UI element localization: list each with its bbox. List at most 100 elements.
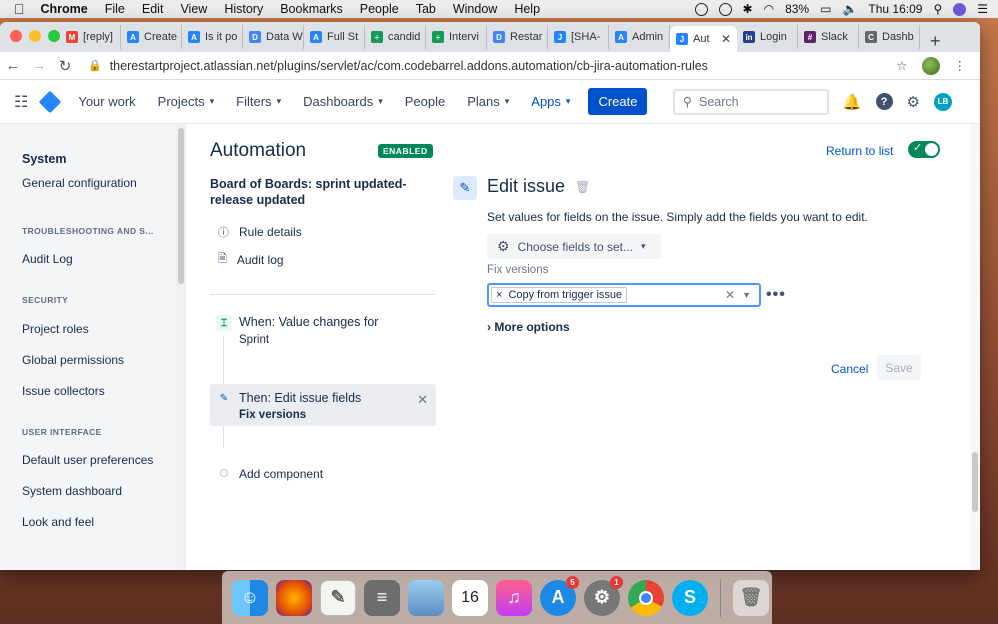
tab[interactable]: A Admin bbox=[609, 25, 670, 49]
main-scrollbar[interactable] bbox=[970, 124, 980, 570]
create-button[interactable]: Create bbox=[588, 88, 648, 115]
tab[interactable]: in Login bbox=[737, 25, 798, 49]
apple-icon[interactable]:  bbox=[14, 1, 25, 17]
chevron-down-icon[interactable]: ▼ bbox=[742, 290, 751, 300]
creative-cloud-icon[interactable] bbox=[694, 2, 708, 16]
jira-logo-icon[interactable] bbox=[39, 90, 62, 113]
menu-view[interactable]: View bbox=[180, 2, 207, 16]
trash-icon[interactable]: 🗑 bbox=[575, 180, 590, 194]
notifications-icon[interactable]: 🔔 bbox=[843, 93, 862, 111]
clear-icon[interactable]: ✕ bbox=[725, 288, 735, 302]
clock[interactable]: Thu 16:09 bbox=[868, 2, 922, 16]
volume-icon[interactable]: 🔈 bbox=[842, 2, 857, 16]
sidebar-item-default-user-preferences[interactable]: Default user preferences bbox=[22, 445, 176, 476]
save-button[interactable]: Save bbox=[877, 355, 921, 380]
tab[interactable]: A Is it po bbox=[182, 25, 243, 49]
nav-projects[interactable]: Projects ▾ bbox=[158, 94, 215, 109]
cancel-button[interactable]: Cancel bbox=[831, 362, 868, 376]
audit-log-link[interactable]: 🗎 Audit log bbox=[218, 250, 284, 269]
nav-people[interactable]: People bbox=[405, 94, 445, 109]
calendar-icon[interactable]: 16 bbox=[452, 579, 488, 616]
menu-edit[interactable]: Edit bbox=[142, 2, 164, 16]
wifi-icon[interactable]: ◠ bbox=[764, 2, 774, 16]
sidebar-scrollbar[interactable] bbox=[176, 124, 186, 570]
tab[interactable]: C Dashb bbox=[859, 25, 920, 49]
profile-avatar[interactable] bbox=[921, 56, 940, 75]
menu-tab[interactable]: Tab bbox=[416, 2, 436, 16]
bluetooth-icon[interactable]: ✱ bbox=[743, 2, 753, 16]
back-icon[interactable]: ← bbox=[0, 57, 26, 74]
close-tab-icon[interactable]: ✕ bbox=[721, 32, 731, 46]
trigger-component[interactable]: ⌶ When: Value changes for Sprint bbox=[210, 315, 436, 355]
trash-icon[interactable]: 🗑 bbox=[733, 579, 769, 616]
chip-remove-icon[interactable]: × bbox=[496, 289, 502, 301]
tab[interactable]: D Restar bbox=[487, 25, 548, 49]
sidebar-item-audit-log[interactable]: Audit Log bbox=[22, 244, 176, 275]
add-component-link[interactable]: Add component bbox=[239, 467, 323, 481]
nav-dashboards[interactable]: Dashboards ▾ bbox=[303, 94, 383, 109]
chrome-menu-icon[interactable]: ⋮ bbox=[954, 58, 967, 73]
tab[interactable]: J [SHA- bbox=[548, 25, 609, 49]
minimize-window-button[interactable] bbox=[29, 30, 41, 42]
battery-icon[interactable]: ▭ bbox=[820, 2, 831, 16]
choose-fields-dropdown[interactable]: ⚙ Choose fields to set... ▾ bbox=[487, 234, 661, 259]
user-icon[interactable] bbox=[953, 2, 967, 16]
action-component-selected[interactable]: ✎ Then: Edit issue fields Fix versions ✕ bbox=[210, 384, 436, 426]
spotlight-icon[interactable]: ⚲ bbox=[933, 2, 942, 16]
address-bar[interactable]: 🔒 therestartproject.atlassian.net/plugin… bbox=[78, 59, 896, 73]
menu-file[interactable]: File bbox=[105, 2, 125, 16]
new-tab-button[interactable]: + bbox=[930, 31, 941, 52]
app-store-icon[interactable]: A5 bbox=[540, 575, 579, 616]
tab[interactable]: D Data W bbox=[243, 25, 304, 49]
more-actions-icon[interactable]: ••• bbox=[766, 286, 786, 304]
bookmark-star-icon[interactable]: ☆ bbox=[896, 58, 907, 73]
skype-icon[interactable]: S bbox=[672, 579, 708, 616]
sidebar-item-global-permissions[interactable]: Global permissions bbox=[22, 345, 176, 376]
system-preferences-icon[interactable]: ⚙ 1 bbox=[584, 575, 623, 616]
app-switcher-icon[interactable]: ☷ bbox=[14, 92, 28, 112]
menu-bookmarks[interactable]: Bookmarks bbox=[280, 2, 343, 16]
remove-component-icon[interactable]: ✕ bbox=[417, 392, 428, 408]
rule-enabled-toggle[interactable]: ✓ bbox=[908, 141, 940, 158]
maximize-window-button[interactable] bbox=[48, 30, 60, 42]
more-options-toggle[interactable]: › More options bbox=[487, 320, 570, 334]
tab[interactable]: + candid bbox=[365, 25, 426, 49]
return-to-list-link[interactable]: Return to list bbox=[826, 144, 893, 158]
search-input[interactable]: ⚲ Search bbox=[672, 88, 829, 115]
tab[interactable]: A Create bbox=[121, 25, 182, 49]
nav-your-work[interactable]: Your work bbox=[78, 94, 135, 109]
onepassword-icon[interactable] bbox=[718, 2, 732, 16]
tab[interactable]: A Full St bbox=[304, 25, 365, 49]
menu-app-name[interactable]: Chrome bbox=[41, 2, 88, 16]
menu-window[interactable]: Window bbox=[453, 2, 497, 16]
preview-icon[interactable] bbox=[408, 579, 444, 616]
battery-percent[interactable]: 83% bbox=[785, 2, 809, 16]
calculator-icon[interactable]: ≡ bbox=[364, 579, 400, 616]
menu-history[interactable]: History bbox=[224, 2, 263, 16]
menu-people[interactable]: People bbox=[360, 2, 399, 16]
sidebar-item-general-configuration[interactable]: General configuration bbox=[22, 168, 176, 199]
reload-icon[interactable]: ↻ bbox=[52, 57, 78, 75]
nav-filters[interactable]: Filters ▾ bbox=[236, 94, 281, 109]
sidebar-item-system-dashboard[interactable]: System dashboard bbox=[22, 476, 176, 507]
close-window-button[interactable] bbox=[10, 30, 22, 42]
tab[interactable]: + Intervi bbox=[426, 25, 487, 49]
textedit-icon[interactable]: ✎ bbox=[320, 579, 356, 616]
rule-details-link[interactable]: ⓘ Rule details bbox=[218, 224, 302, 240]
sidebar-item-issue-collectors[interactable]: Issue collectors bbox=[22, 376, 176, 407]
itunes-icon[interactable]: ♫ bbox=[496, 579, 532, 616]
tab[interactable]: # Slack bbox=[798, 25, 859, 49]
nav-apps[interactable]: Apps ▾ bbox=[531, 94, 570, 109]
firefox-icon[interactable] bbox=[276, 579, 312, 616]
tab-active[interactable]: J Aut ✕ bbox=[670, 26, 737, 52]
menu-help[interactable]: Help bbox=[514, 2, 540, 16]
user-avatar[interactable]: LB bbox=[934, 92, 952, 111]
sidebar-item-project-roles[interactable]: Project roles bbox=[22, 314, 176, 345]
finder-icon[interactable]: ☺ bbox=[232, 579, 268, 616]
settings-gear-icon[interactable]: ⚙ bbox=[907, 93, 920, 111]
fix-versions-select[interactable]: × Copy from trigger issue ✕ ▼ bbox=[487, 283, 761, 307]
notification-center-icon[interactable]: ☰ bbox=[977, 2, 988, 16]
sidebar-item-look-and-feel[interactable]: Look and feel bbox=[22, 507, 176, 538]
nav-plans[interactable]: Plans ▾ bbox=[467, 94, 509, 109]
help-icon[interactable]: ? bbox=[875, 93, 893, 110]
